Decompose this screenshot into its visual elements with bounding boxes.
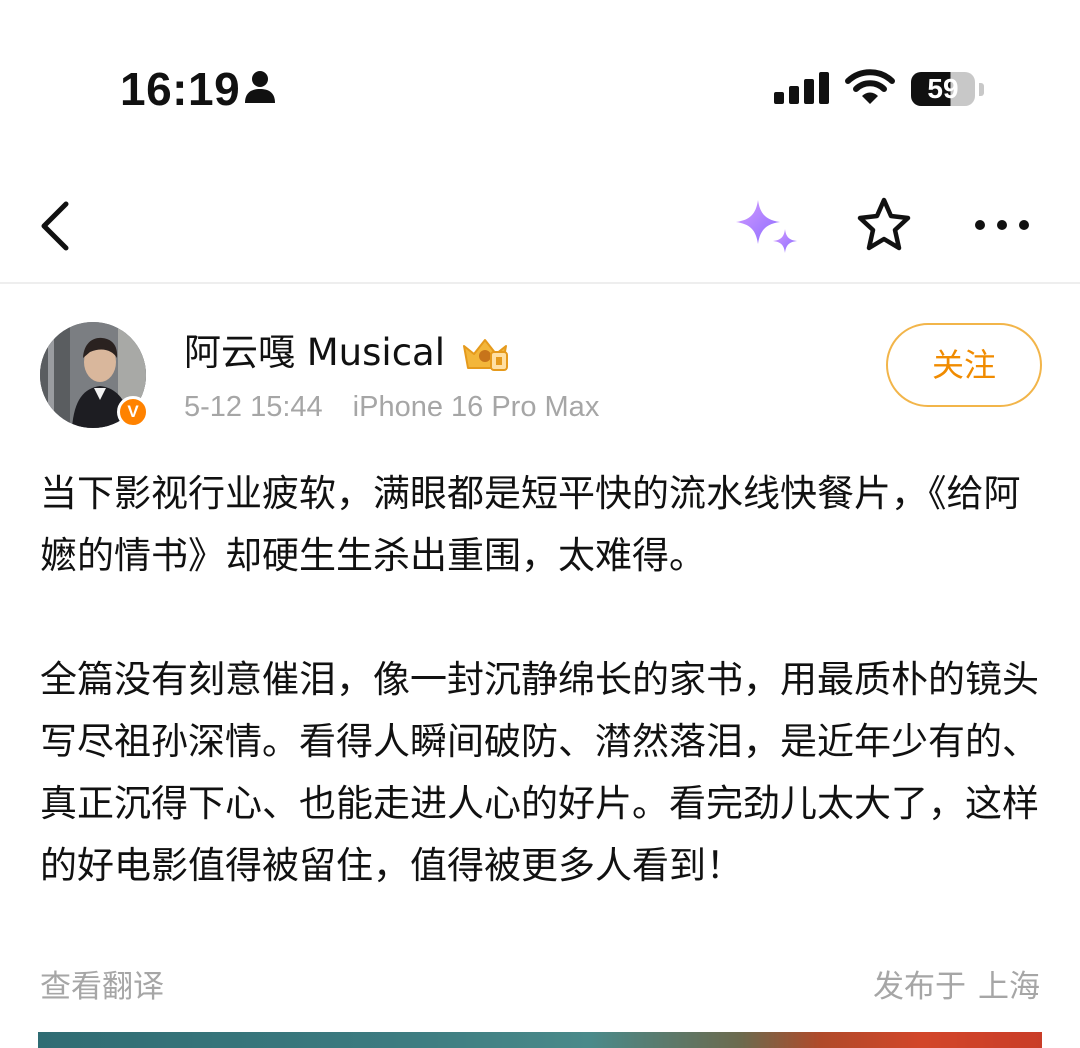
verified-badge-icon: V — [117, 396, 149, 428]
post-paragraph: 全篇没有刻意催泪，像一封沉静绵长的家书，用最质朴的镜头写尽祖孙深情。看得人瞬间破… — [40, 658, 1039, 887]
more-ellipsis-icon[interactable] — [972, 210, 1032, 240]
nav-bar — [0, 180, 1080, 284]
location-name: 上海 — [978, 969, 1040, 1005]
person-icon — [245, 71, 275, 103]
post-device: iPhone 16 Pro Max — [352, 391, 600, 423]
wifi-icon — [845, 69, 895, 104]
post-content: 当下影视行业疲软，满眼都是短平快的流水线快餐片，《给阿嬷的情书》却硬生生杀出重围… — [40, 463, 1040, 897]
post-meta: 5-12 15:44 iPhone 16 Pro Max — [184, 390, 599, 424]
battery-icon: 59 — [911, 72, 975, 106]
post-location: 发布于 上海 — [873, 966, 1040, 1008]
post-media-image[interactable] — [38, 1032, 1042, 1048]
vip-crown-icon — [463, 339, 508, 371]
post-date: 5-12 15:44 — [184, 391, 323, 423]
battery-cap — [979, 83, 984, 96]
cellular-signal-icon — [774, 72, 829, 104]
battery-percent: 59 — [927, 73, 959, 104]
follow-button[interactable]: 关注 — [886, 323, 1042, 407]
post-paragraph: 当下影视行业疲软，满眼都是短平快的流水线快餐片，《给阿嬷的情书》却硬生生杀出重围… — [40, 472, 1021, 577]
translate-link[interactable]: 查看翻译 — [40, 966, 164, 1008]
back-chevron-icon[interactable] — [36, 200, 80, 252]
favorite-star-icon[interactable] — [855, 196, 913, 254]
ai-sparkle-icon[interactable] — [730, 196, 800, 258]
status-time: 16:19 — [120, 63, 241, 115]
status-bar: 16:19 59 — [0, 0, 1080, 180]
location-prefix: 发布于 — [873, 969, 966, 1005]
author-name[interactable]: 阿云嘎 Musical — [184, 330, 445, 376]
